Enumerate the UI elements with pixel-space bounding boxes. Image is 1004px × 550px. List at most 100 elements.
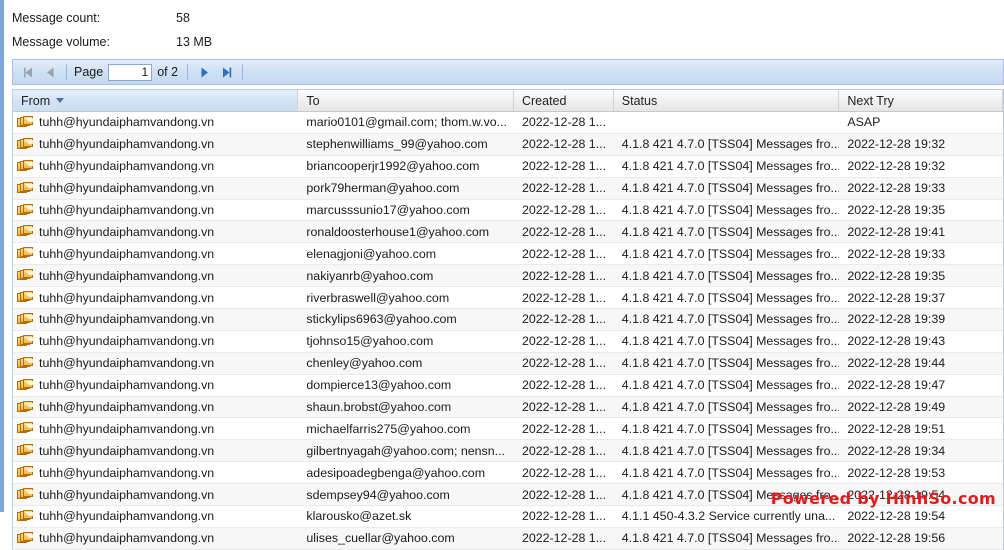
- cell-status: 4.1.8 421 4.7.0 [TSS04] Messages fro...: [621, 203, 840, 217]
- cell-created: 2022-12-28 1...: [521, 509, 607, 524]
- messages-icon: [17, 137, 39, 151]
- table-row[interactable]: tuhh@hyundaiphamvandong.vn ulises_cuellar…: [13, 527, 1003, 550]
- cell-to: elenagjoni@yahoo.com: [306, 246, 437, 261]
- page-number-input[interactable]: [108, 63, 153, 81]
- last-page-button[interactable]: [215, 61, 237, 83]
- cell-next-try: 2022-12-28 19:34: [847, 443, 946, 458]
- cell-from: tuhh@hyundaiphamvandong.vn: [13, 178, 298, 199]
- cell-status: 4.1.8 421 4.7.0 [TSS04] Messages fro...: [621, 400, 840, 415]
- cell-status: 4.1.8 421 4.7.0 [TSS04] Messages fro...: [621, 290, 840, 305]
- cell-created: 2022-12-28 1...: [521, 378, 607, 393]
- column-header-from-label: From: [21, 93, 51, 108]
- cell-created: 2022-12-28 1...: [521, 443, 607, 458]
- cell-created: 2022-12-28 1...: [521, 268, 607, 283]
- messages-icon: [17, 400, 39, 414]
- cell-next-try: 2022-12-28 19:32: [847, 137, 946, 152]
- cell-from: tuhh@hyundaiphamvandong.vn: [13, 112, 298, 133]
- message-count-row: Message count: 58: [12, 6, 1004, 30]
- cell-from-text: tuhh@hyundaiphamvandong.vn: [39, 487, 215, 502]
- cell-from: tuhh@hyundaiphamvandong.vn: [13, 243, 298, 264]
- cell-next-try: 2022-12-28 19:44: [847, 356, 946, 371]
- cell-created: 2022-12-28 1...: [521, 224, 607, 239]
- first-page-button[interactable]: [17, 61, 39, 83]
- cell-next-try: 2022-12-28 19:35: [847, 203, 946, 217]
- cell-created: 2022-12-28 1...: [521, 115, 607, 130]
- cell-status: 4.1.8 421 4.7.0 [TSS04] Messages fro...: [621, 268, 840, 283]
- message-volume-row: Message volume: 13 MB: [12, 30, 1004, 54]
- cell-status: 4.1.8 421 4.7.0 [TSS04] Messages fro...: [621, 356, 840, 371]
- cell-from-text: tuhh@hyundaiphamvandong.vn: [39, 531, 215, 546]
- cell-status: 4.1.8 421 4.7.0 [TSS04] Messages fro...: [621, 224, 840, 239]
- table-row[interactable]: tuhh@hyundaiphamvandong.vn ronaldoosterho…: [13, 221, 1003, 244]
- cell-created: 2022-12-28 1...: [521, 421, 607, 436]
- column-header-next-try[interactable]: Next Try: [839, 90, 1004, 111]
- cell-from-text: tuhh@hyundaiphamvandong.vn: [39, 115, 215, 130]
- cell-next-try: ASAP: [847, 115, 881, 130]
- cell-next-try: 2022-12-28 19:54: [847, 487, 946, 502]
- cell-created: 2022-12-28 1...: [521, 137, 607, 152]
- cell-created: 2022-12-28 1...: [521, 181, 607, 196]
- table-row[interactable]: tuhh@hyundaiphamvandong.vn pork79herman@y…: [13, 177, 1003, 200]
- cell-status: 4.1.8 421 4.7.0 [TSS04] Messages fro...: [621, 443, 840, 458]
- cell-created: 2022-12-28 1...: [521, 312, 607, 327]
- next-page-button[interactable]: [193, 61, 215, 83]
- sort-descending-icon: [56, 98, 65, 103]
- cell-next-try: 2022-12-28 19:47: [847, 378, 946, 393]
- cell-from: tuhh@hyundaiphamvandong.vn: [13, 221, 298, 242]
- cell-created: 2022-12-28 1...: [521, 400, 607, 415]
- cell-status: [614, 112, 840, 133]
- cell-from: tuhh@hyundaiphamvandong.vn: [13, 375, 298, 396]
- table-row[interactable]: tuhh@hyundaiphamvandong.vn stephenwilliam…: [13, 133, 1003, 156]
- cell-to: nakiyanrb@yahoo.com: [306, 268, 434, 283]
- cell-status: 4.1.8 421 4.7.0 [TSS04] Messages fro...: [621, 334, 840, 349]
- table-row[interactable]: tuhh@hyundaiphamvandong.vn nakiyanrb@yaho…: [13, 265, 1003, 288]
- cell-from: tuhh@hyundaiphamvandong.vn: [13, 353, 298, 374]
- table-row[interactable]: tuhh@hyundaiphamvandong.vn briancooperjr1…: [13, 155, 1003, 178]
- cell-from-text: tuhh@hyundaiphamvandong.vn: [39, 159, 215, 174]
- cell-to: ronaldoosterhouse1@yahoo.com: [306, 224, 490, 239]
- table-row[interactable]: tuhh@hyundaiphamvandong.vn dompierce13@ya…: [13, 374, 1003, 397]
- cell-created: 2022-12-28 1...: [521, 531, 607, 546]
- table-row[interactable]: tuhh@hyundaiphamvandong.vn tjohnso15@yaho…: [13, 330, 1003, 353]
- cell-from-text: tuhh@hyundaiphamvandong.vn: [39, 312, 215, 327]
- cell-to: tjohnso15@yahoo.com: [306, 334, 434, 349]
- messages-icon: [17, 531, 39, 545]
- previous-page-button[interactable]: [39, 61, 61, 83]
- table-row[interactable]: tuhh@hyundaiphamvandong.vn klarousko@azet…: [13, 506, 1003, 528]
- cell-next-try: 2022-12-28 19:43: [847, 334, 946, 349]
- table-row[interactable]: tuhh@hyundaiphamvandong.vn chenley@yahoo.…: [13, 352, 1003, 375]
- cell-status: 4.1.8 421 4.7.0 [TSS04] Messages fro...: [621, 181, 840, 196]
- cell-next-try: 2022-12-28 19:56: [847, 531, 946, 546]
- cell-to: dompierce13@yahoo.com: [306, 378, 452, 393]
- cell-from-text: tuhh@hyundaiphamvandong.vn: [39, 181, 215, 196]
- cell-next-try: 2022-12-28 19:32: [847, 159, 946, 174]
- table-row[interactable]: tuhh@hyundaiphamvandong.vn shaun.brobst@y…: [13, 396, 1003, 419]
- table-row[interactable]: tuhh@hyundaiphamvandong.vn sdempsey94@yah…: [13, 484, 1003, 507]
- table-row[interactable]: tuhh@hyundaiphamvandong.vn gilbertnyagah@…: [13, 440, 1003, 463]
- column-header-status-label: Status: [621, 93, 658, 108]
- cell-next-try: 2022-12-28 19:33: [847, 181, 946, 196]
- cell-to: gilbertnyagah@yahoo.com; nensn...: [306, 443, 505, 458]
- cell-from: tuhh@hyundaiphamvandong.vn: [13, 331, 298, 352]
- messages-icon: [17, 115, 39, 129]
- table-row[interactable]: tuhh@hyundaiphamvandong.vn elenagjoni@yah…: [13, 243, 1003, 266]
- column-header-status[interactable]: Status: [614, 90, 840, 111]
- column-header-to[interactable]: To: [298, 90, 514, 111]
- messages-icon: [17, 466, 39, 479]
- cell-from: tuhh@hyundaiphamvandong.vn: [13, 440, 298, 461]
- cell-status: 4.1.8 421 4.7.0 [TSS04] Messages fro...: [621, 246, 840, 261]
- table-row[interactable]: tuhh@hyundaiphamvandong.vn mario0101@gmai…: [13, 112, 1003, 134]
- table-row[interactable]: tuhh@hyundaiphamvandong.vn michaelfarris2…: [13, 418, 1003, 441]
- column-header-created[interactable]: Created: [514, 90, 614, 111]
- messages-icon: [17, 291, 39, 304]
- table-row[interactable]: tuhh@hyundaiphamvandong.vn marcusssunio17…: [13, 199, 1003, 222]
- cell-from-text: tuhh@hyundaiphamvandong.vn: [39, 421, 215, 436]
- cell-status: 4.1.8 421 4.7.0 [TSS04] Messages fro...: [621, 421, 840, 436]
- table-row[interactable]: tuhh@hyundaiphamvandong.vn riverbraswell@…: [13, 287, 1003, 310]
- table-row[interactable]: tuhh@hyundaiphamvandong.vn stickylips6963…: [13, 309, 1003, 331]
- messages-icon: [17, 334, 39, 348]
- table-row[interactable]: tuhh@hyundaiphamvandong.vn adesipoadegben…: [13, 462, 1003, 485]
- cell-next-try: 2022-12-28 19:41: [847, 224, 946, 239]
- messages-icon: [17, 225, 39, 238]
- column-header-from[interactable]: From: [13, 90, 299, 111]
